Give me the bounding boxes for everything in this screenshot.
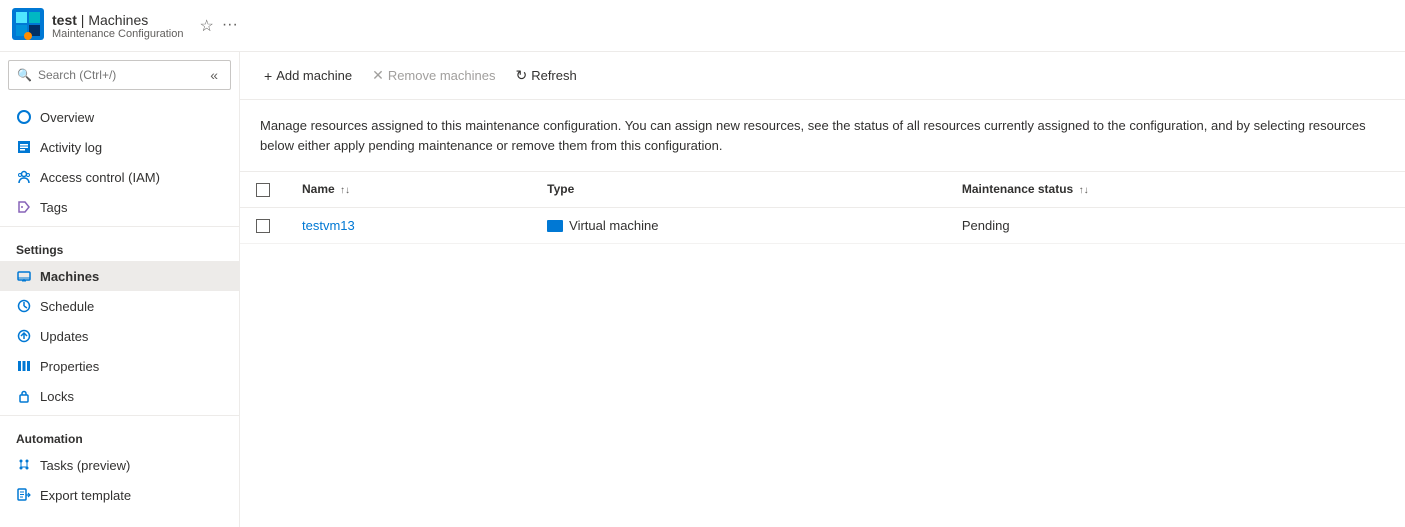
sidebar-item-access-control[interactable]: Access control (IAM) — [0, 162, 239, 192]
sidebar-item-schedule[interactable]: Schedule — [0, 291, 239, 321]
select-all-checkbox[interactable] — [256, 183, 270, 197]
sidebar-item-tags[interactable]: Tags — [0, 192, 239, 222]
refresh-label: Refresh — [531, 68, 577, 83]
vm-name-link[interactable]: testvm13 — [302, 218, 355, 233]
table-header: Name ↑↓ Type Maintenance status ↑↓ — [240, 172, 1405, 207]
row-type-cell: Virtual machine — [531, 207, 946, 244]
search-input[interactable] — [38, 68, 200, 82]
remove-machines-button[interactable]: ✕ Remove machines — [364, 62, 503, 89]
row-checkbox-cell[interactable] — [240, 207, 286, 244]
search-box[interactable]: 🔍 « — [8, 60, 231, 90]
machines-table: Name ↑↓ Type Maintenance status ↑↓ — [240, 172, 1405, 244]
sidebar-item-label: Properties — [40, 359, 99, 374]
maintenance-status-value: Pending — [962, 218, 1010, 233]
sidebar-item-label: Activity log — [40, 140, 102, 155]
search-icon: 🔍 — [17, 68, 32, 82]
sidebar-item-label: Tasks (preview) — [40, 458, 130, 473]
more-options-icon[interactable]: ··· — [222, 16, 238, 36]
main-content: + Add machine ✕ Remove machines ↻ Refres… — [240, 52, 1405, 527]
sidebar-item-properties[interactable]: Properties — [0, 351, 239, 381]
machines-table-area: Name ↑↓ Type Maintenance status ↑↓ — [240, 172, 1405, 527]
table-header-type: Type — [531, 172, 946, 207]
machines-icon — [16, 268, 32, 284]
vm-type-container: Virtual machine — [547, 218, 930, 233]
locks-icon — [16, 388, 32, 404]
sidebar-item-label: Export template — [40, 488, 131, 503]
table-body: testvm13 Virtual machine Pending — [240, 207, 1405, 244]
settings-section-header: Settings — [0, 231, 239, 261]
add-machine-button[interactable]: + Add machine — [256, 63, 360, 89]
properties-icon — [16, 358, 32, 374]
tags-icon — [16, 199, 32, 215]
overview-icon — [16, 109, 32, 125]
sidebar-item-label: Updates — [40, 329, 88, 344]
sidebar-item-label: Overview — [40, 110, 94, 125]
name-sort-icon: ↑↓ — [340, 185, 350, 196]
app-header: test | Machines Maintenance Configuratio… — [0, 0, 1405, 52]
refresh-icon: ↻ — [515, 67, 527, 84]
table-header-checkbox-col — [240, 172, 286, 207]
table-header-name[interactable]: Name ↑↓ — [286, 172, 531, 207]
remove-icon: ✕ — [372, 67, 384, 84]
header-title: test | Machines Maintenance Configuratio… — [52, 12, 183, 40]
remove-machines-label: Remove machines — [388, 68, 496, 83]
status-sort-icon: ↑↓ — [1079, 185, 1089, 196]
sidebar-item-label: Schedule — [40, 299, 94, 314]
updates-icon — [16, 328, 32, 344]
table-header-maintenance-status[interactable]: Maintenance status ↑↓ — [946, 172, 1405, 207]
main-layout: 🔍 « Overview Activity log — [0, 52, 1405, 527]
app-logo — [12, 8, 44, 43]
sidebar-item-label: Tags — [40, 200, 67, 215]
automation-section-header: Automation — [0, 420, 239, 450]
header-actions: ☆ ··· — [199, 16, 237, 36]
row-checkbox[interactable] — [256, 219, 270, 233]
virtual-machine-icon — [547, 220, 563, 232]
schedule-icon — [16, 298, 32, 314]
sidebar-item-tasks-preview[interactable]: Tasks (preview) — [0, 450, 239, 480]
description-text: Manage resources assigned to this mainte… — [240, 100, 1405, 172]
header-subtitle: Maintenance Configuration — [52, 28, 183, 40]
sidebar-item-label: Machines — [40, 269, 99, 284]
vm-type-label: Virtual machine — [569, 218, 658, 233]
sidebar-item-label: Locks — [40, 389, 74, 404]
collapse-sidebar-button[interactable]: « — [206, 65, 222, 85]
nav-divider — [0, 226, 239, 227]
table-row: testvm13 Virtual machine Pending — [240, 207, 1405, 244]
toolbar: + Add machine ✕ Remove machines ↻ Refres… — [240, 52, 1405, 100]
refresh-button[interactable]: ↻ Refresh — [507, 62, 584, 89]
activity-log-icon — [16, 139, 32, 155]
sidebar-item-export-template[interactable]: Export template — [0, 480, 239, 510]
add-machine-label: Add machine — [276, 68, 352, 83]
sidebar-item-overview[interactable]: Overview — [0, 102, 239, 132]
favorite-icon[interactable]: ☆ — [199, 16, 213, 36]
automation-divider — [0, 415, 239, 416]
access-control-icon — [16, 169, 32, 185]
row-status-cell: Pending — [946, 207, 1405, 244]
sidebar-item-label: Access control (IAM) — [40, 170, 160, 185]
add-icon: + — [264, 68, 272, 84]
tasks-icon — [16, 457, 32, 473]
sidebar-item-machines[interactable]: Machines — [0, 261, 239, 291]
sidebar-item-activity-log[interactable]: Activity log — [0, 132, 239, 162]
header-title-text: test | Machines — [52, 12, 183, 28]
sidebar: 🔍 « Overview Activity log — [0, 52, 240, 527]
row-name-cell: testvm13 — [286, 207, 531, 244]
sidebar-item-locks[interactable]: Locks — [0, 381, 239, 411]
sidebar-item-updates[interactable]: Updates — [0, 321, 239, 351]
export-icon — [16, 487, 32, 503]
sidebar-nav: Overview Activity log Access control (IA… — [0, 98, 239, 514]
